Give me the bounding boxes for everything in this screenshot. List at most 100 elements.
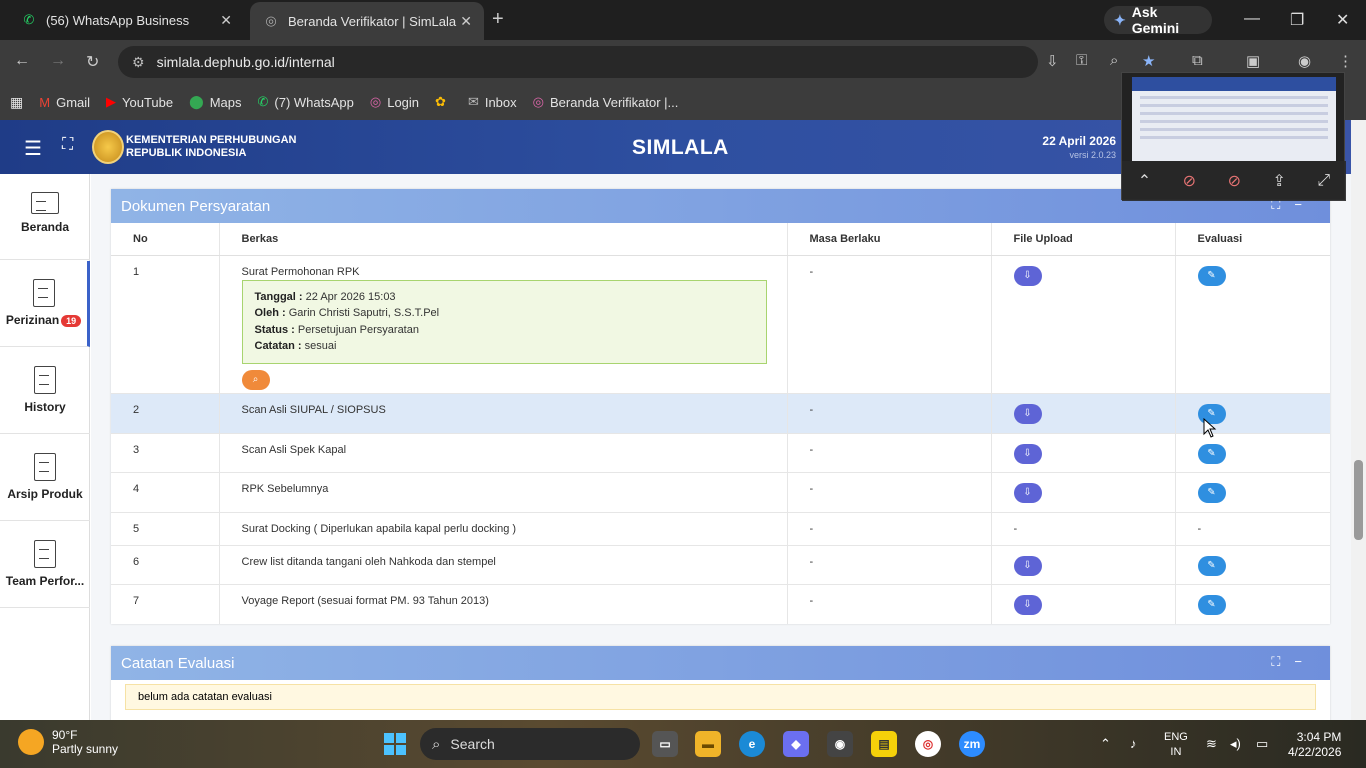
taskbar-search[interactable]: ⌕ Search xyxy=(420,728,640,760)
tab-simlala[interactable]: ◎ Beranda Verifikator | SimLala ✕ xyxy=(250,2,484,40)
tab-title: (56) WhatsApp Business xyxy=(46,12,190,28)
download-button[interactable]: ⇩ xyxy=(1013,594,1042,615)
clock[interactable]: 3:04 PM 4/22/2026 xyxy=(1288,730,1341,760)
bookmark-photos[interactable]: ✿ xyxy=(435,94,452,110)
share-icon[interactable]: ⇪ xyxy=(1272,171,1285,191)
sidebar-item-history[interactable]: History xyxy=(0,348,90,434)
row-evaluasi-cell: ✎ xyxy=(1175,471,1330,512)
extensions-icon[interactable]: ⧉ xyxy=(1192,52,1203,69)
edit-evaluasi-button[interactable]: ✎ xyxy=(1197,555,1226,576)
fullscreen-icon[interactable]: ⛶ xyxy=(62,136,73,154)
whatsapp-icon: ✆ xyxy=(257,94,269,109)
scrollbar-thumb[interactable] xyxy=(1354,460,1363,540)
forward-icon[interactable]: → xyxy=(50,52,66,70)
col-evaluasi: Evaluasi xyxy=(1175,223,1330,256)
search-detail-button[interactable]: ⌕ xyxy=(241,369,270,390)
edge-icon[interactable]: e xyxy=(739,731,765,757)
key-icon[interactable]: ⚿ xyxy=(1076,52,1087,69)
row-no: 4 xyxy=(111,471,220,512)
sidebar: Beranda Perizinan 19 History Arsip Produk… xyxy=(0,174,90,720)
sidebar-item-perizinan[interactable]: Perizinan 19 xyxy=(0,261,90,347)
card-title: Catatan Evaluasi xyxy=(121,654,235,672)
camera-off-icon[interactable]: ⊘ xyxy=(1228,171,1241,191)
site-info-icon[interactable]: ⚙ xyxy=(132,54,145,71)
language-indicator[interactable]: ENG IN xyxy=(1164,730,1188,760)
install-icon[interactable]: ⇩ xyxy=(1046,52,1059,70)
battery-icon[interactable]: ▭ xyxy=(1256,736,1268,752)
status-label: Status : xyxy=(254,323,295,336)
download-button[interactable]: ⇩ xyxy=(1013,443,1042,464)
copilot-icon[interactable]: ◆ xyxy=(783,731,809,757)
bookmark-gmail[interactable]: M Gmail xyxy=(39,95,90,110)
bookmark-youtube[interactable]: ▶ YouTube xyxy=(106,94,173,110)
ask-gemini-button[interactable]: ✦ Ask Gemini xyxy=(1104,4,1212,36)
edit-evaluasi-button[interactable]: ✎ xyxy=(1197,482,1226,503)
bookmark-login[interactable]: ◎ Login xyxy=(370,94,419,110)
row-upload-cell: ⇩ xyxy=(991,432,1176,472)
bookmark-beranda[interactable]: ◎ Beranda Verifikator |... xyxy=(533,94,679,110)
bookmark-whatsapp[interactable]: ✆ (7) WhatsApp xyxy=(257,94,353,110)
menu-icon[interactable]: ⋮ xyxy=(1338,52,1353,70)
maps-icon: ⬤ xyxy=(189,94,204,109)
page-scrollbar[interactable] xyxy=(1351,120,1366,720)
zoom-icon[interactable]: ⌕ xyxy=(1110,52,1118,69)
zoom-app-icon[interactable]: zm xyxy=(959,731,985,757)
windows-start-icon[interactable] xyxy=(384,733,406,755)
chrome-icon[interactable]: ◎ xyxy=(915,731,941,757)
camera-icon[interactable]: ◉ xyxy=(827,731,853,757)
hamburger-icon[interactable]: ☰ xyxy=(24,136,42,161)
row-berkas: Crew list ditanda tangani oleh Nahkoda d… xyxy=(219,544,788,584)
tab-title: Beranda Verifikator | SimLala xyxy=(288,13,457,29)
bookmark-label: YouTube xyxy=(122,94,174,110)
sticky-notes-icon[interactable]: ▤ xyxy=(871,731,897,757)
mic-off-icon[interactable]: ⊘ xyxy=(1183,171,1196,191)
pip-window[interactable]: ⌃ ⊘ ⊘ ⇪ ⤢ xyxy=(1121,72,1346,201)
edit-evaluasi-button[interactable]: ✎ xyxy=(1197,443,1226,464)
close-tab-icon[interactable]: ✕ xyxy=(460,13,472,30)
edit-evaluasi-button[interactable]: ✎ xyxy=(1197,265,1226,286)
sidebar-item-team-performance[interactable]: Team Perfor... xyxy=(0,522,90,608)
bookmark-inbox[interactable]: ✉ Inbox xyxy=(468,94,517,110)
sidepanel-icon[interactable]: ▣ xyxy=(1246,52,1260,70)
table-row: 3 Scan Asli Spek Kapal - ⇩ ✎ xyxy=(111,432,1330,472)
new-tab-icon[interactable]: + xyxy=(492,8,504,31)
collapse-icon[interactable]: − xyxy=(1294,654,1316,669)
wifi-icon[interactable]: ≋ xyxy=(1206,736,1217,752)
restore-icon[interactable]: ❐ xyxy=(1290,10,1304,30)
back-icon[interactable]: ← xyxy=(14,52,30,70)
row-berkas: Scan Asli Spek Kapal xyxy=(219,432,788,472)
reload-icon[interactable]: ↻ xyxy=(86,52,99,72)
bookmark-label: Maps xyxy=(209,94,242,110)
browser-tab-bar: ✆ (56) WhatsApp Business ✕ ◎ Beranda Ver… xyxy=(0,0,1366,40)
volume-icon[interactable]: ◂) xyxy=(1230,736,1241,752)
download-button[interactable]: ⇩ xyxy=(1013,265,1042,286)
bookmark-maps[interactable]: ⬤ Maps xyxy=(189,94,241,110)
download-button[interactable]: ⇩ xyxy=(1013,403,1042,424)
mic-icon[interactable]: ♪ xyxy=(1130,736,1137,751)
chevron-up-icon[interactable]: ⌃ xyxy=(1100,736,1111,752)
photos-icon: ✿ xyxy=(435,94,446,109)
bookmark-star-icon[interactable]: ★ xyxy=(1142,52,1155,70)
edit-evaluasi-button[interactable]: ✎ xyxy=(1197,594,1226,615)
close-window-icon[interactable]: ✕ xyxy=(1336,10,1349,30)
tab-whatsapp[interactable]: ✆ (56) WhatsApp Business ✕ xyxy=(8,0,244,40)
task-view-icon[interactable]: ▭ xyxy=(652,731,678,757)
minimize-icon[interactable]: — xyxy=(1244,10,1260,28)
file-explorer-icon[interactable]: ▬ xyxy=(695,731,721,757)
expand-icon[interactable]: ⛶ xyxy=(1271,654,1294,669)
avatar[interactable]: ◉ xyxy=(1298,52,1311,70)
chevron-up-icon[interactable]: ⌃ xyxy=(1138,171,1151,191)
download-button[interactable]: ⇩ xyxy=(1013,555,1042,576)
sidebar-item-label: Team Perfor... xyxy=(5,574,85,588)
close-tab-icon[interactable]: ✕ xyxy=(220,12,232,29)
weather-widget[interactable]: 90°F Partly sunny xyxy=(18,728,118,756)
evaluation-detail-box: Tanggal : 22 Apr 2026 15:03 Oleh : Garin… xyxy=(241,279,767,364)
sidebar-item-arsip-produk[interactable]: Arsip Produk xyxy=(0,435,90,521)
url-bar[interactable]: ⚙ simlala.dephub.go.id/internal xyxy=(118,46,1038,78)
apps-icon[interactable]: ▦ xyxy=(10,94,23,111)
expand-icon[interactable]: ⤢ xyxy=(1317,172,1330,190)
sidebar-item-beranda[interactable]: Beranda xyxy=(0,174,90,260)
gmail-icon: M xyxy=(39,94,51,110)
globe-icon: ◎ xyxy=(532,94,544,109)
download-button[interactable]: ⇩ xyxy=(1013,482,1042,503)
